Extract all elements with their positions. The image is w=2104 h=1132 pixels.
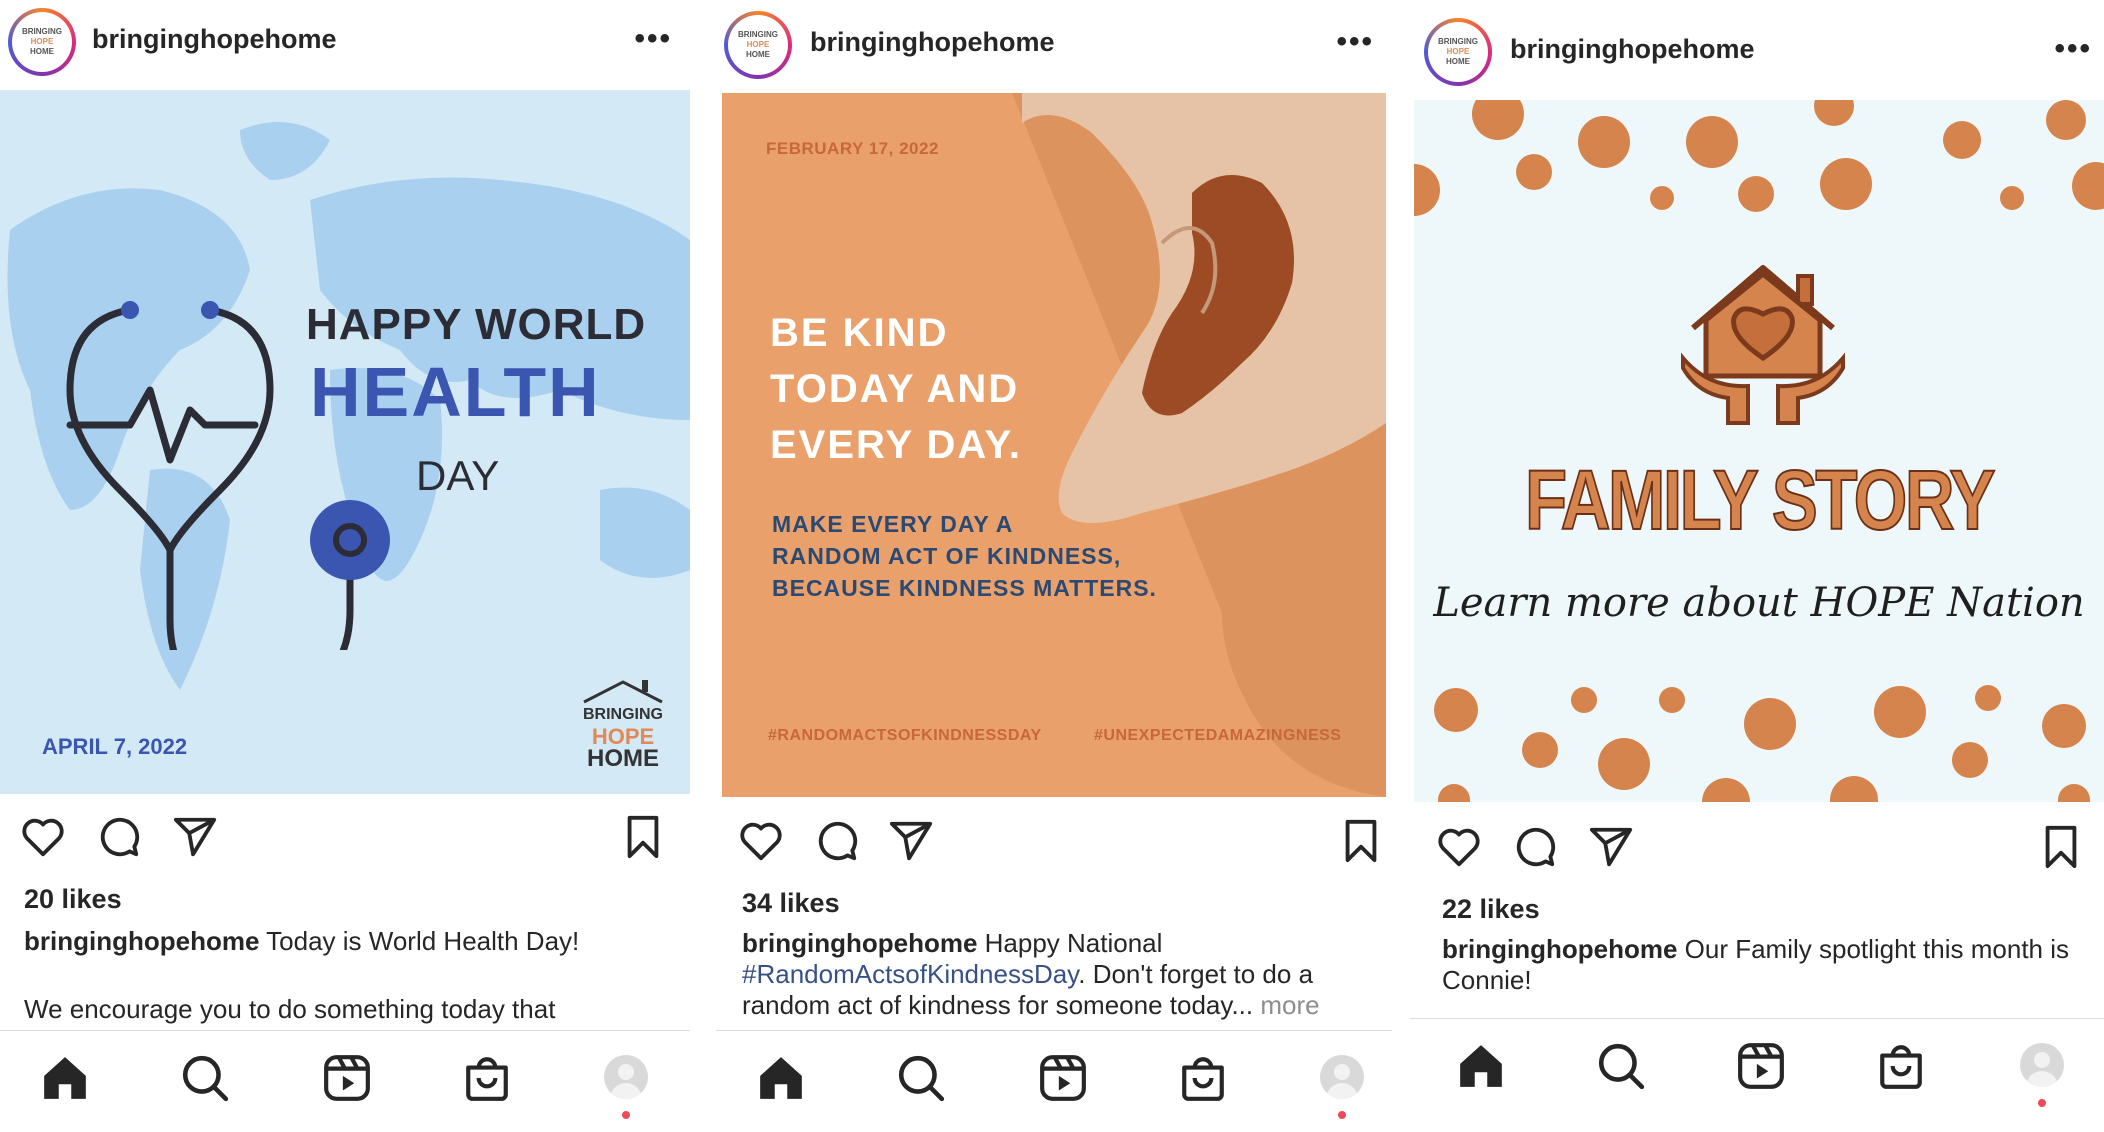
post-image[interactable]: HAPPY WORLD HEALTH DAY APRIL 7, 2022 BRI… (0, 90, 690, 794)
caption-text: Today is World Health Day! (259, 926, 580, 956)
caption-username[interactable]: bringinghopehome (24, 926, 259, 956)
logo-text: HOME (30, 47, 54, 56)
bookmark-icon[interactable] (620, 814, 666, 860)
brand-text: BRINGING (583, 706, 663, 723)
send-icon[interactable] (172, 814, 218, 860)
send-icon[interactable] (1588, 824, 1634, 870)
house-roof-icon (583, 680, 663, 704)
send-icon[interactable] (888, 818, 934, 864)
caption-username[interactable]: bringinghopehome (1442, 934, 1677, 964)
bottom-nav (1410, 1018, 2104, 1109)
heart-icon[interactable] (1436, 824, 1482, 870)
heart-icon[interactable] (20, 814, 66, 860)
headline-line3: EVERY DAY. (770, 423, 1022, 467)
likes-count[interactable]: 20 likes (24, 884, 122, 915)
logo-text: HOPE (1446, 47, 1470, 56)
logo-text: HOPE (30, 37, 54, 46)
likes-count[interactable]: 22 likes (1442, 894, 1540, 925)
notification-dot (2038, 1099, 2046, 1107)
avatar[interactable]: BRINGING HOPE HOME (1424, 18, 1492, 86)
headline-line2: TODAY AND (770, 367, 1020, 411)
subline-1: MAKE EVERY DAY A (772, 511, 1014, 537)
logo-text: HOME (1446, 57, 1470, 66)
logo-text: HOPE (746, 40, 770, 49)
logo-text: BRINGING (738, 30, 778, 39)
logo-text: HOME (746, 50, 770, 59)
home-icon[interactable] (756, 1053, 806, 1103)
post-header: BRINGING HOPE HOME bringinghopehome ••• (716, 3, 1392, 91)
search-icon[interactable] (180, 1053, 230, 1103)
post-image[interactable]: FAMILY STORY Learn more about HOPE Natio… (1414, 100, 2104, 802)
username[interactable]: bringinghopehome (810, 27, 1054, 58)
username[interactable]: bringinghopehome (1510, 34, 1754, 65)
caption-hashtag[interactable]: #RandomActsofKindnessDay (742, 959, 1078, 989)
comment-icon[interactable] (1512, 824, 1558, 870)
profile-icon[interactable] (604, 1055, 648, 1099)
logo-text: BRINGING (1438, 37, 1478, 46)
post-header: BRINGING HOPE HOME bringinghopehome ••• (1410, 10, 2104, 98)
comment-icon[interactable] (814, 818, 860, 864)
headline-line1: BE KIND (770, 311, 949, 355)
hashtag-2: #UNEXPECTEDAMAZINGNESS (1094, 727, 1342, 744)
shop-icon[interactable] (1876, 1041, 1926, 1091)
bottom-nav (716, 1030, 1392, 1121)
bottom-nav (0, 1030, 690, 1121)
hashtag-1: #RANDOMACTSOFKINDNESSDAY (768, 727, 1042, 744)
more-options-icon[interactable]: ••• (2054, 32, 2092, 66)
post-date: FEBRUARY 17, 2022 (766, 139, 939, 158)
profile-icon[interactable] (2020, 1043, 2064, 1087)
post-actions (0, 808, 690, 868)
house-heart-icon (1681, 265, 1845, 425)
notification-dot (1338, 1111, 1346, 1119)
home-icon[interactable] (1456, 1041, 1506, 1091)
post-panel-2: BRINGING HOPE HOME bringinghopehome ••• … (716, 0, 1392, 1132)
more-options-icon[interactable]: ••• (1336, 25, 1374, 59)
logo-text: BRINGING (22, 27, 62, 36)
avatar[interactable]: BRINGING HOPE HOME (724, 11, 792, 79)
caption: bringinghopehome Happy National #RandomAc… (742, 928, 1378, 1021)
family-story-title: FAMILY STORY (1524, 452, 1996, 548)
profile-icon[interactable] (1320, 1055, 1364, 1099)
more-link[interactable]: more (1253, 990, 1319, 1020)
caption-extra: We encourage you to do something today t… (24, 994, 556, 1024)
shop-icon[interactable] (1178, 1053, 1228, 1103)
heart-icon[interactable] (738, 818, 784, 864)
avatar[interactable]: BRINGING HOPE HOME (8, 8, 76, 76)
caption: bringinghopehome Today is World Health D… (24, 926, 666, 957)
reels-icon[interactable] (322, 1053, 372, 1103)
caption: bringinghopehome Our Family spotlight th… (1442, 934, 2084, 996)
headline-line1: HAPPY WORLD (306, 300, 647, 349)
post-actions (716, 812, 1392, 872)
post-header: BRINGING HOPE HOME bringinghopehome ••• (0, 0, 690, 88)
post-panel-3: BRINGING HOPE HOME bringinghopehome ••• (1410, 0, 2104, 1132)
brand-logo: BRINGING HOPE HOME (578, 678, 668, 772)
reels-icon[interactable] (1736, 1041, 1786, 1091)
shop-icon[interactable] (462, 1053, 512, 1103)
post-date: APRIL 7, 2022 (42, 734, 188, 759)
bookmark-icon[interactable] (1338, 818, 1384, 864)
search-icon[interactable] (1596, 1041, 1646, 1091)
family-story-subtitle: Learn more about HOPE Nation (1433, 580, 2085, 626)
caption-username[interactable]: bringinghopehome (742, 928, 977, 958)
post-panel-1: BRINGING HOPE HOME bringinghopehome ••• (0, 0, 690, 1132)
likes-count[interactable]: 34 likes (742, 888, 840, 919)
subline-3: BECAUSE KINDNESS MATTERS. (772, 575, 1157, 601)
post-image[interactable]: FEBRUARY 17, 2022 BE KIND TODAY AND EVER… (722, 93, 1386, 797)
notification-dot (622, 1111, 630, 1119)
comment-icon[interactable] (96, 814, 142, 860)
headline-line3: DAY (416, 452, 500, 499)
bookmark-icon[interactable] (2038, 824, 2084, 870)
more-options-icon[interactable]: ••• (634, 22, 672, 56)
search-icon[interactable] (896, 1053, 946, 1103)
headline-line2: HEALTH (310, 353, 601, 431)
brand-text: HOME (587, 745, 659, 772)
username[interactable]: bringinghopehome (92, 24, 336, 55)
home-icon[interactable] (40, 1053, 90, 1103)
caption-text: Happy National (977, 928, 1163, 958)
post-actions (1410, 818, 2104, 878)
subline-2: RANDOM ACT OF KINDNESS, (772, 543, 1122, 569)
reels-icon[interactable] (1038, 1053, 1088, 1103)
polka-dot-background (1414, 100, 2104, 802)
